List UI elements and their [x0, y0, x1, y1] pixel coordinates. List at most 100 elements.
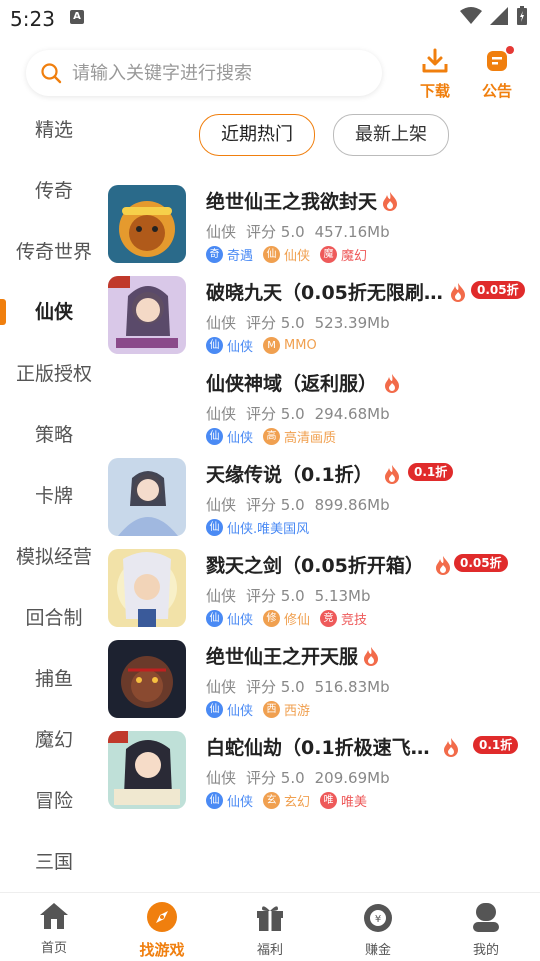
game-tag: 仙仙侠	[263, 245, 310, 264]
game-size: 294.68Mb	[314, 405, 390, 423]
tag-icon: 西	[263, 701, 281, 718]
game-meta: 仙侠 评分 5.0 457.16Mb	[206, 221, 400, 242]
game-meta: 仙侠 评分 5.0 899.86Mb	[206, 494, 400, 515]
tag-label: 仙侠	[227, 431, 254, 446]
sidebar-item-chuanqi-shijie[interactable]: 传奇世界	[0, 237, 108, 267]
download-icon	[422, 48, 448, 73]
game-thumbnail	[108, 640, 186, 718]
tag-icon: M	[263, 337, 281, 354]
game-list-item[interactable]: 破晓九天（0.05折无限刷… 0.05折 仙侠 评分 5.0 523.39Mb 仙仙…	[108, 276, 540, 356]
tag-label: 奇遇	[227, 249, 254, 264]
gift-icon	[257, 906, 283, 931]
tag-icon: 仙	[206, 610, 223, 627]
game-category: 仙侠	[206, 496, 237, 514]
tag-label: 仙侠.唯美国风	[227, 522, 310, 537]
notice-button[interactable]: 公告	[472, 46, 522, 101]
notice-label: 公告	[481, 82, 512, 100]
game-tag: 唯唯美	[320, 791, 367, 810]
nav-welfare[interactable]: 福利	[216, 901, 324, 958]
nav-mine[interactable]: 我的	[432, 901, 540, 958]
game-category: 仙侠	[206, 314, 237, 332]
game-size: 5.13Mb	[314, 587, 371, 605]
sidebar-item-huihezhi[interactable]: 回合制	[0, 603, 108, 633]
status-icons	[460, 6, 528, 26]
game-title: 白蛇仙劫（0.1折极速飞…	[206, 737, 430, 759]
game-tag: 仙仙侠	[206, 336, 253, 355]
tag-icon: 高	[263, 428, 281, 445]
signal-icon	[490, 7, 508, 25]
game-tag: 奇奇遇	[206, 245, 253, 264]
search-input[interactable]	[70, 61, 374, 85]
search-bar[interactable]	[26, 50, 382, 96]
game-title: 破晓九天（0.05折无限刷…	[206, 282, 443, 304]
game-rating: 评分 5.0	[246, 314, 305, 332]
fire-icon	[450, 282, 465, 302]
tag-label: 西游	[284, 704, 311, 719]
sidebar-item-maoxian[interactable]: 冒险	[0, 786, 108, 816]
game-tag: 仙仙侠	[206, 609, 253, 628]
svg-text:¥: ¥	[375, 914, 381, 925]
game-rating: 评分 5.0	[246, 496, 305, 514]
tag-icon: 竞	[320, 610, 338, 627]
discount-badge: 0.05折	[471, 281, 525, 299]
game-rating: 评分 5.0	[246, 405, 305, 423]
sidebar-item-xianxia[interactable]: 仙侠	[0, 297, 108, 327]
sidebar-item-chuanqi[interactable]: 传奇	[0, 176, 108, 206]
sidebar-item-kapai[interactable]: 卡牌	[0, 481, 108, 511]
tag-label: 竞技	[341, 613, 368, 628]
game-title: 天缘传说（0.1折）	[206, 464, 373, 486]
sidebar-item-moni[interactable]: 模拟经营	[0, 542, 108, 572]
fire-icon	[385, 373, 400, 393]
sidebar-item-zhengban[interactable]: 正版授权	[0, 359, 108, 389]
tag-label: 仙侠	[227, 704, 254, 719]
download-button[interactable]: 下载	[410, 48, 460, 101]
download-label: 下载	[419, 82, 450, 100]
game-thumbnail	[108, 458, 186, 536]
tag-icon: 仙	[206, 337, 223, 354]
nav-earn-label: 赚金	[364, 943, 391, 958]
sidebar-item-sanguo[interactable]: 三国	[0, 847, 108, 877]
fire-icon	[443, 737, 458, 757]
sidebar-item-mohuan[interactable]: 魔幻	[0, 725, 108, 755]
game-list-item[interactable]: 绝世仙王之我欲封天 仙侠 评分 5.0 457.16Mb 奇奇遇 仙仙侠 魔魔幻	[108, 185, 540, 265]
nav-find-games-label: 找游戏	[139, 941, 185, 959]
game-meta: 仙侠 评分 5.0 516.83Mb	[206, 676, 400, 697]
game-category: 仙侠	[206, 223, 237, 241]
game-list-item[interactable]: 绝世仙王之开天服 仙侠 评分 5.0 516.83Mb 仙仙侠 西西游	[108, 640, 540, 720]
game-list-item[interactable]: 戮天之剑（0.05折开箱） 0.05折 仙侠 评分 5.0 5.13Mb 仙仙侠 修…	[108, 549, 540, 629]
status-time: 5:23	[10, 7, 55, 31]
bottom-nav: 首页 找游戏 福利 ¥ 赚金 我的	[0, 892, 540, 961]
game-size: 516.83Mb	[314, 678, 390, 696]
game-thumbnail	[108, 549, 186, 627]
game-category: 仙侠	[206, 587, 237, 605]
sidebar-item-buyu[interactable]: 捕鱼	[0, 664, 108, 694]
game-thumbnail	[108, 276, 186, 354]
wifi-icon	[460, 7, 482, 24]
tag-label: 修仙	[284, 613, 311, 628]
tab-newest[interactable]: 最新上架	[333, 114, 449, 156]
sidebar-item-jingxuan[interactable]: 精选	[0, 115, 108, 145]
game-meta: 仙侠 评分 5.0 523.39Mb	[206, 312, 400, 333]
nav-earn[interactable]: ¥ 赚金	[324, 901, 432, 958]
game-tags: 仙仙侠 西西游	[206, 700, 320, 719]
game-tag: 西西游	[263, 700, 310, 719]
sidebar-item-celue[interactable]: 策略	[0, 420, 108, 450]
notification-a-icon: A	[70, 10, 84, 24]
tag-label: 仙侠	[284, 249, 311, 264]
tag-icon: 仙	[206, 701, 223, 718]
game-tag: 仙仙侠	[206, 791, 253, 810]
game-list-item[interactable]: 白蛇仙劫（0.1折极速飞… 0.1折 仙侠 评分 5.0 209.69Mb 仙仙侠 …	[108, 731, 540, 811]
game-tag: 高高清画质	[263, 427, 336, 446]
nav-home[interactable]: 首页	[0, 901, 108, 956]
game-title: 绝世仙王之开天服	[206, 646, 359, 668]
game-list-item[interactable]: 天缘传说（0.1折） 0.1折 仙侠 评分 5.0 899.86Mb 仙仙侠.唯美国…	[108, 458, 540, 538]
game-title: 绝世仙王之我欲封天	[206, 191, 378, 213]
tag-icon: 修	[263, 610, 281, 627]
tab-recent-hot[interactable]: 近期热门	[199, 114, 315, 156]
game-size: 899.86Mb	[314, 496, 390, 514]
nav-find-games[interactable]: 找游戏	[108, 901, 216, 960]
notice-badge-dot	[506, 46, 514, 54]
nav-welfare-label: 福利	[256, 943, 283, 958]
game-rating: 评分 5.0	[246, 769, 305, 787]
game-list-item[interactable]: 仙侠神域（返利服） 仙侠 评分 5.0 294.68Mb 仙仙侠 高高清画质	[108, 367, 540, 447]
